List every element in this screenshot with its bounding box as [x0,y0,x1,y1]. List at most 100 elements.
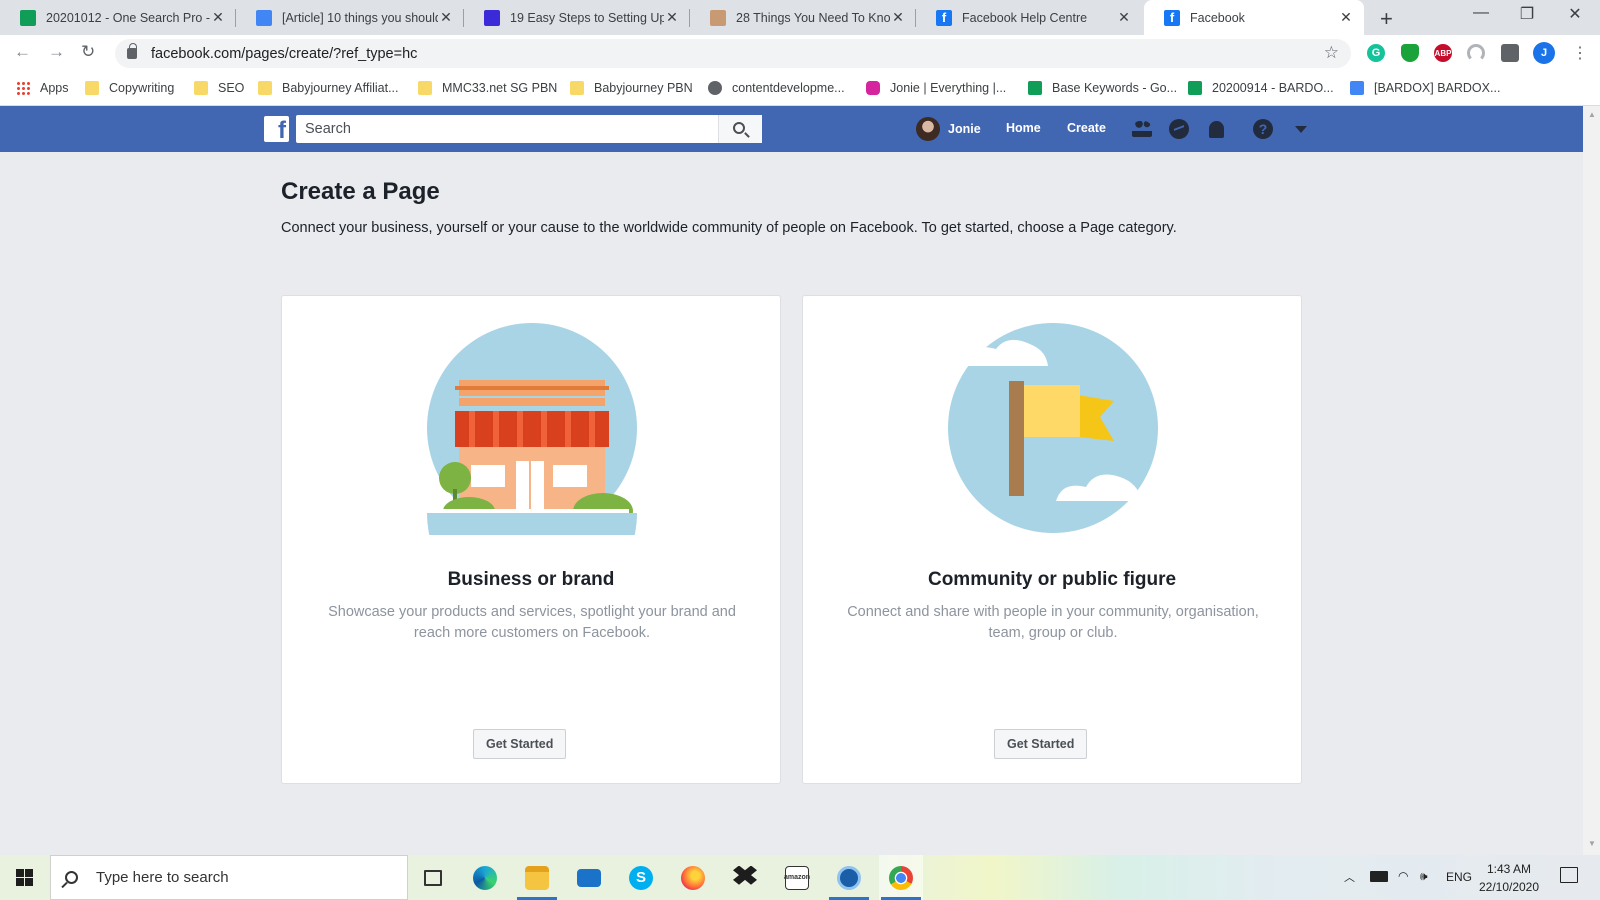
taskbar-skype[interactable]: S [619,855,663,900]
business-brand-card[interactable]: Business or brand Showcase your products… [281,295,781,784]
card-title: Community or public figure [927,569,1177,590]
bookmark-site[interactable]: Jonie | Everything |... [866,81,1006,95]
system-clock[interactable]: 1:43 AM 22/10/2020 [1474,860,1544,896]
taskbar-chrome[interactable] [879,855,923,900]
bookmark-site[interactable]: [BARDOX] BARDOX... [1350,81,1500,95]
friends-icon [1132,121,1152,137]
battery-icon[interactable] [1370,871,1388,882]
globe-icon [708,81,722,95]
show-hidden-icons-icon[interactable]: ︿ [1344,869,1355,885]
browser-tab-1[interactable]: 20201012 - One Search Pro - ✕ [0,0,236,35]
messages-button[interactable] [1168,119,1190,139]
taskbar-edge[interactable] [463,855,507,900]
scroll-down-icon[interactable]: ▼ [1588,839,1596,848]
facebook-logo-icon[interactable]: f [264,116,289,142]
volume-icon[interactable]: 🕪 [1420,869,1428,884]
clock-date: 22/10/2020 [1478,880,1540,894]
action-center-icon[interactable] [1560,867,1578,883]
bookmark-folder[interactable]: MMC33.net SG PBN [418,81,557,95]
create-page-content: Create a Page Connect your business, you… [0,152,1583,855]
taskbar-mail[interactable] [567,855,611,900]
language-indicator[interactable]: ENG [1446,870,1472,884]
bookmark-apps[interactable]: Apps [16,81,69,95]
bookmark-site[interactable]: contentdevelopme... [708,81,845,95]
windows-start-icon[interactable] [16,869,33,886]
back-icon[interactable]: ← [14,42,31,62]
new-tab-icon[interactable]: + [1380,6,1393,32]
bookmark-label: SEO [218,81,245,95]
awning-stripe [589,411,595,447]
taskbar-amazon[interactable]: amazon [775,855,819,900]
avatar [916,117,940,141]
close-tab-icon[interactable]: ✕ [1116,9,1132,26]
folder-icon [194,81,208,95]
search-button[interactable] [718,115,762,143]
close-tab-icon[interactable]: ✕ [890,9,906,26]
bookmark-site[interactable]: 20200914 - BARDO... [1188,81,1334,95]
restore-icon[interactable]: ❐ [1504,4,1550,24]
messenger-icon [1169,119,1189,139]
browser-tab-4[interactable]: 28 Things You Need To Know ✕ [690,0,916,35]
community-public-figure-card[interactable]: Community or public figure Connect and s… [802,295,1302,784]
taskbar-search-box[interactable]: Type here to search [50,855,408,900]
bookmark-label: Babyjourney PBN [594,81,693,95]
bookmark-site[interactable]: Base Keywords - Go... [1028,81,1177,95]
taskbar-app[interactable] [827,855,871,900]
help-button[interactable]: ? [1252,119,1274,139]
browser-tab-2[interactable]: [Article] 10 things you should ✕ [236,0,464,35]
get-started-button-business[interactable]: Get Started [473,729,567,759]
avatar-icon [710,9,726,26]
puzzle-icon[interactable] [1501,44,1519,62]
browser-menu-icon[interactable]: ⋮ [1572,43,1588,63]
grammarly-icon[interactable]: G [1367,44,1385,62]
facebook-search-input[interactable] [296,115,762,143]
notifications-button[interactable] [1205,119,1227,139]
wifi-icon[interactable]: ◠ [1398,869,1408,883]
taskbar-file-explorer[interactable] [515,855,559,900]
profile-avatar[interactable]: J [1533,42,1555,64]
bookmark-label: MMC33.net SG PBN [442,81,558,95]
account-menu-button[interactable] [1290,119,1312,139]
minimize-icon[interactable]: — [1458,4,1504,22]
close-tab-icon[interactable]: ✕ [1338,9,1354,26]
url-text[interactable]: facebook.com/pages/create/?ref_type=hc [151,46,417,62]
page-scrollbar[interactable]: ▲ ▼ [1583,106,1600,855]
task-view-button[interactable] [411,855,455,900]
arc-icon[interactable] [1467,44,1485,62]
taskbar-firefox[interactable] [671,855,715,900]
shield-icon[interactable] [1401,44,1419,62]
task-view-icon [424,869,442,886]
scroll-up-icon[interactable]: ▲ [1588,110,1596,119]
close-tab-icon[interactable]: ✕ [664,9,680,26]
bookmark-folder[interactable]: Babyjourney Affiliat... [258,81,399,95]
reload-icon[interactable]: ↻ [81,42,95,62]
browser-tab-5[interactable]: f Facebook Help Centre ✕ [916,0,1142,35]
forward-icon[interactable]: → [48,42,65,62]
docs-icon [1350,81,1364,95]
bookmark-folder[interactable]: Copywriting [85,81,174,95]
bookmark-star-icon[interactable]: ☆ [1324,43,1339,63]
awning-stripe [565,411,571,447]
lock-icon[interactable] [127,43,137,59]
help-icon: ? [1253,119,1273,139]
close-window-icon[interactable]: ✕ [1552,4,1598,24]
awning-stripe [541,411,547,447]
profile-link[interactable]: Jonie [916,117,981,141]
home-link[interactable]: Home [1006,121,1041,135]
browser-tab-3[interactable]: 19 Easy Steps to Setting Up a ✕ [464,0,690,35]
awning-stripe [469,411,475,447]
adblock-icon[interactable]: ABP [1434,44,1452,62]
browser-tab-active[interactable]: f Facebook ✕ [1144,0,1364,35]
close-tab-icon[interactable]: ✕ [210,9,226,26]
tab-strip: 20201012 - One Search Pro - ✕ [Article] … [0,0,1600,35]
caret-down-icon [1295,125,1307,133]
create-link[interactable]: Create [1067,121,1106,135]
bookmark-folder[interactable]: Babyjourney PBN [570,81,693,95]
close-tab-icon[interactable]: ✕ [438,9,454,26]
bookmark-folder[interactable]: SEO [194,81,244,95]
address-bar[interactable]: facebook.com/pages/create/?ref_type=hc ☆ [115,39,1351,68]
taskbar-dropbox[interactable] [723,855,767,900]
get-started-button-community[interactable]: Get Started [994,729,1088,759]
friend-requests-button[interactable] [1131,119,1153,139]
flag-cloth [1024,385,1080,437]
